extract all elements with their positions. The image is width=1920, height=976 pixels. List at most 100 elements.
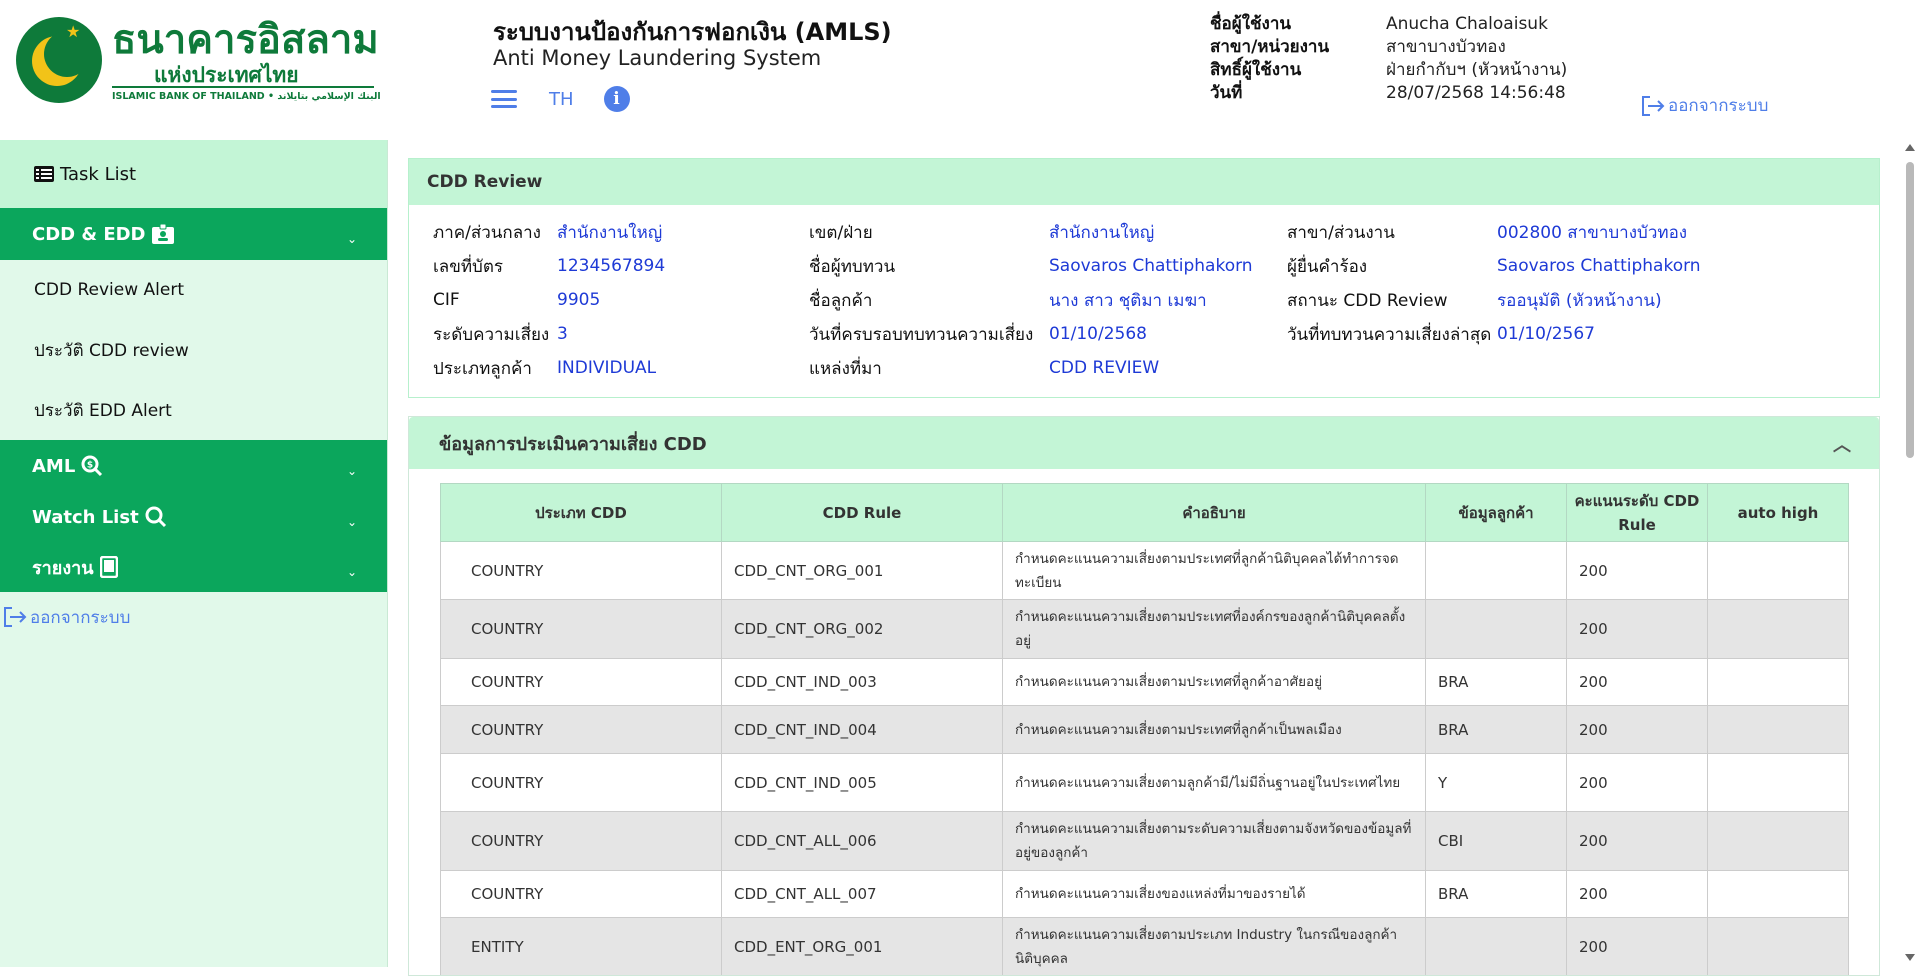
cell-customer-data: BRA	[1425, 870, 1567, 918]
sidebar-group-label: Watch List	[32, 506, 139, 528]
detail-label: แหล่งที่มา	[809, 358, 882, 379]
table-header-row: ประเภท CDD CDD Rule คำอธิบาย ข้อมูลลูกค้…	[440, 483, 1849, 542]
cell-cdd-rule: CDD_CNT_ALL_007	[721, 870, 1003, 918]
cell-description: กำหนดคะแนนความเสี่ยงตามประเทศที่ลูกค้าอา…	[1002, 658, 1426, 706]
cell-cdd-rule: CDD_CNT_IND_003	[721, 658, 1003, 706]
sidebar: Task List CDD & EDD ⌄ CDD Review Alert ป…	[0, 140, 388, 967]
cell-cdd-type: COUNTRY	[440, 753, 722, 812]
language-toggle[interactable]: TH	[549, 89, 574, 110]
cell-auto-high	[1707, 599, 1849, 659]
sidebar-group-aml[interactable]: AML $ ⌄	[0, 440, 387, 492]
id-badge-icon	[151, 224, 174, 244]
table-row: COUNTRY CDD_CNT_ORG_001 กำหนดคะแนนความเส…	[440, 541, 1849, 600]
detail-row: ประเภทลูกค้า INDIVIDUAL แหล่งที่มา CDD R…	[433, 351, 1879, 385]
logout-button-header[interactable]: ออกจากระบบ	[1640, 92, 1768, 119]
logout-label: ออกจากระบบ	[1668, 96, 1769, 116]
cell-auto-high	[1707, 811, 1849, 871]
cell-customer-data	[1425, 599, 1567, 659]
column-header: auto high	[1707, 483, 1849, 542]
cdd-risk-card: ข้อมูลการประเมินความเสี่ยง CDD ︿ ประเภท …	[408, 416, 1880, 976]
list-icon	[34, 166, 54, 182]
logout-label: ออกจากระบบ	[30, 607, 131, 628]
sidebar-group-cdd-edd[interactable]: CDD & EDD ⌄	[0, 208, 387, 260]
user-info-label: วันที่	[1210, 83, 1243, 103]
column-header: คะแนนระดับ CDD Rule	[1566, 483, 1708, 542]
hamburger-menu-icon[interactable]	[491, 90, 517, 108]
table-row: COUNTRY CDD_CNT_IND_003 กำหนดคะแนนความเส…	[440, 658, 1849, 706]
cell-score: 200	[1566, 753, 1708, 812]
sidebar-group-label: CDD & EDD	[32, 223, 146, 245]
table-row: COUNTRY CDD_CNT_IND_005 กำหนดคะแนนความเส…	[440, 753, 1849, 812]
user-info-row: วันที่ 28/07/2568 14:56:48	[1210, 81, 1567, 104]
detail-label: วันที่ทบทวนความเสี่ยงล่าสุด	[1287, 324, 1492, 345]
system-subtitle: Anti Money Laundering System	[493, 46, 822, 70]
detail-row: เลขที่บัตร 1234567894 ชื่อผู้ทบทวน Saova…	[433, 249, 1879, 283]
user-info-value: Anucha Chaloaisuk	[1386, 13, 1548, 34]
info-icon[interactable]: i	[603, 86, 630, 112]
sidebar-item-task-list[interactable]: Task List	[0, 140, 387, 208]
cell-score: 200	[1566, 599, 1708, 659]
cdd-review-details: ภาค/ส่วนกลาง สำนักงานใหญ่ เขต/ฝ่าย สำนัก…	[409, 205, 1879, 397]
logo-name-th: ธนาคารอิสลาม	[112, 16, 379, 63]
detail-value: 9905	[557, 290, 601, 310]
scroll-down-arrow-icon[interactable]	[1905, 954, 1915, 961]
cell-score: 200	[1566, 541, 1708, 600]
sidebar-item-cdd-review-history[interactable]: ประวัติ CDD review	[0, 320, 387, 380]
cell-description: กำหนดคะแนนความเสี่ยงของแหล่งที่มาของรายไ…	[1002, 870, 1426, 918]
sidebar-group-reports[interactable]: รายงาน ⌄	[0, 542, 387, 592]
scrollbar-thumb[interactable]	[1906, 162, 1914, 458]
search-money-icon: $	[81, 455, 103, 477]
user-info-value: 28/07/2568 14:56:48	[1386, 82, 1566, 103]
chevron-up-icon[interactable]: ︿	[1833, 431, 1851, 457]
detail-label: ชื่อผู้ทบทวน	[809, 256, 896, 277]
logout-button-sidebar[interactable]: ออกจากระบบ	[0, 592, 387, 642]
chevron-down-icon: ⌄	[346, 231, 357, 246]
page-scrollbar[interactable]	[1900, 140, 1920, 967]
sidebar-item-cdd-review-alert[interactable]: CDD Review Alert	[0, 260, 387, 320]
detail-value: 1234567894	[557, 256, 666, 276]
detail-label: CIF	[433, 290, 460, 310]
user-info-row: สิทธิ์ผู้ใช้งาน ฝ่ายกำกับฯ (หัวหน้างาน)	[1210, 58, 1567, 81]
cell-customer-data	[1425, 541, 1567, 600]
user-info-row: สาขา/หน่วยงาน สาขาบางบัวทอง	[1210, 35, 1567, 58]
detail-value: สำนักงานใหญ่	[557, 222, 663, 243]
detail-label: สถานะ CDD Review	[1287, 290, 1448, 311]
logout-icon	[4, 607, 27, 627]
cell-score: 200	[1566, 870, 1708, 918]
search-icon	[145, 506, 167, 528]
cell-description: กำหนดคะแนนความเสี่ยงตามประเทศที่ลูกค้าเป…	[1002, 705, 1426, 754]
cdd-risk-header[interactable]: ข้อมูลการประเมินความเสี่ยง CDD ︿	[409, 417, 1879, 469]
main-content: CDD Review ภาค/ส่วนกลาง สำนักงานใหญ่ เขต…	[408, 158, 1880, 976]
detail-row: ระดับความเสี่ยง 3 วันที่ครบรอบทบทวนความเ…	[433, 317, 1879, 351]
detail-row: CIF 9905 ชื่อลูกค้า นาง สาว ชุติมา เมฆา …	[433, 283, 1879, 317]
cell-cdd-type: COUNTRY	[440, 658, 722, 706]
header-tools: TH i	[491, 84, 630, 114]
sidebar-item-edd-alert-history[interactable]: ประวัติ EDD Alert	[0, 380, 387, 440]
sidebar-group-label: รายงาน	[32, 557, 94, 579]
detail-value: สำนักงานใหญ่	[1049, 222, 1155, 243]
bank-logo[interactable]: ★ ธนาคารอิสลาม แห่งประเทศไทย ISLAMIC BAN…	[14, 14, 381, 106]
cell-score: 200	[1566, 658, 1708, 706]
user-info-value: ฝ่ายกำกับฯ (หัวหน้างาน)	[1386, 60, 1568, 80]
detail-label: สาขา/ส่วนงาน	[1287, 222, 1395, 243]
detail-label: วันที่ครบรอบทบทวนความเสี่ยง	[809, 324, 1034, 345]
cdd-risk-table-wrap: ประเภท CDD CDD Rule คำอธิบาย ข้อมูลลูกค้…	[409, 469, 1879, 975]
cell-description: กำหนดคะแนนความเสี่ยงตามประเทศที่องค์กรขอ…	[1002, 599, 1426, 659]
sidebar-item-label: Task List	[60, 163, 137, 185]
detail-label: ระดับความเสี่ยง	[433, 324, 550, 345]
cell-cdd-type: COUNTRY	[440, 870, 722, 918]
cell-cdd-rule: CDD_CNT_ORG_001	[721, 541, 1003, 600]
sidebar-group-label: AML	[32, 455, 76, 477]
tablet-icon	[99, 556, 118, 578]
detail-label: ชื่อลูกค้า	[809, 290, 873, 311]
detail-value: 01/10/2567	[1497, 324, 1595, 344]
detail-label: ผู้ยื่นคำร้อง	[1287, 256, 1368, 277]
detail-row: ภาค/ส่วนกลาง สำนักงานใหญ่ เขต/ฝ่าย สำนัก…	[433, 215, 1879, 249]
sidebar-group-watch-list[interactable]: Watch List ⌄	[0, 492, 387, 542]
detail-value: Saovaros Chattiphakorn	[1049, 256, 1253, 276]
table-row: COUNTRY CDD_CNT_ORG_002 กำหนดคะแนนความเส…	[440, 599, 1849, 659]
scroll-up-arrow-icon[interactable]	[1905, 144, 1915, 151]
user-info-panel: ชื่อผู้ใช้งาน Anucha Chaloaisuk สาขา/หน่ว…	[1210, 12, 1567, 104]
cell-auto-high	[1707, 541, 1849, 600]
cell-auto-high	[1707, 658, 1849, 706]
